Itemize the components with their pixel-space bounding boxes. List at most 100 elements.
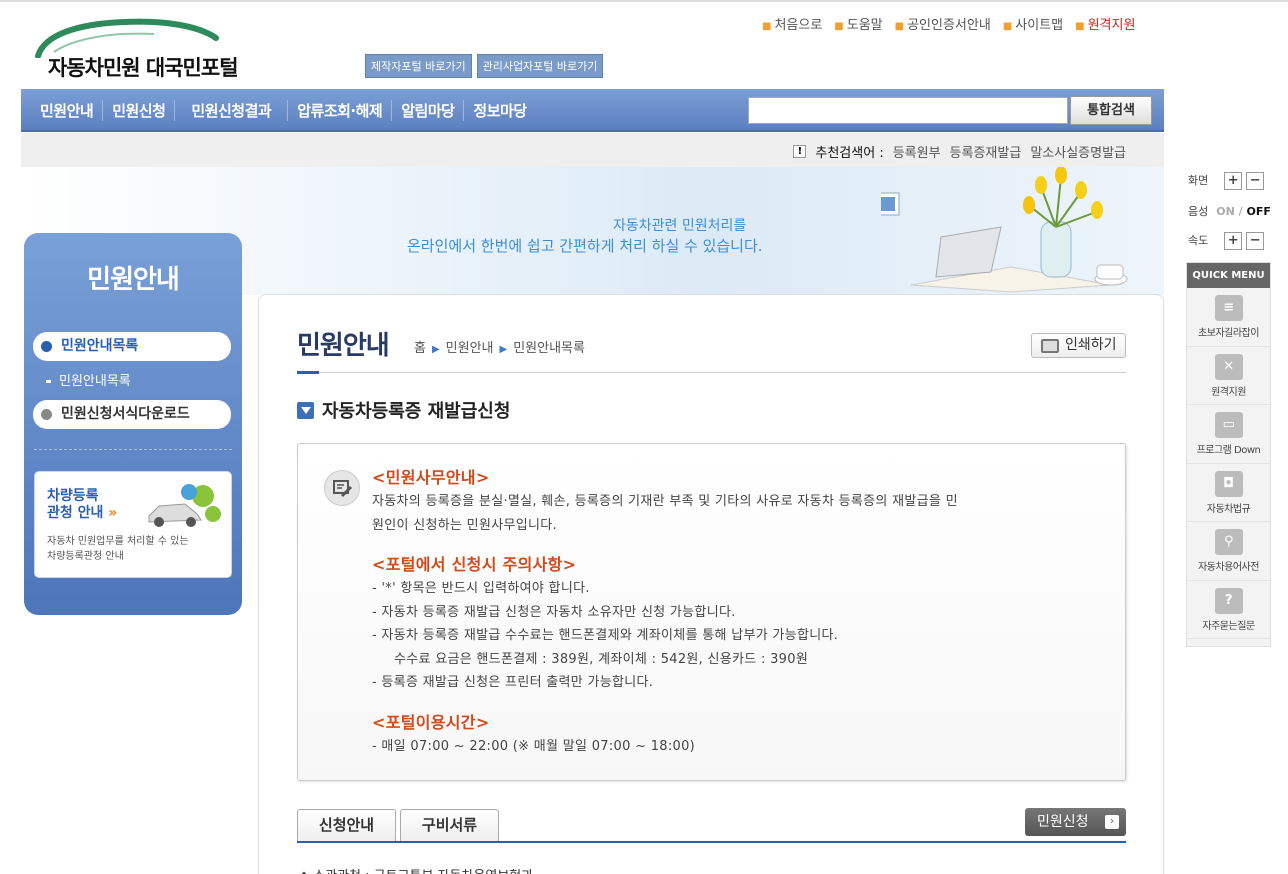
wrench-icon: ⚲	[1214, 529, 1243, 555]
zoom-in-button[interactable]: +	[1224, 172, 1243, 190]
tools-icon: ✕	[1214, 353, 1243, 380]
section-title: 자동차등록증 재발급신청	[297, 397, 510, 423]
speed-up-button[interactable]: +	[1224, 232, 1243, 250]
bullet-icon	[41, 341, 52, 352]
banner-line-1: 자동차관련 민원처리를	[613, 218, 747, 234]
gnb-item-guide[interactable]: 민원안내	[31, 100, 104, 121]
memo-pencil-icon	[324, 470, 360, 506]
book-flower-illustration	[881, 167, 1128, 293]
gnb-item-apply[interactable]: 민원신청	[103, 100, 176, 121]
tab-documents[interactable]: 구비서류	[400, 809, 499, 842]
quick-car-law[interactable]: ◘ 자동차법규	[1187, 464, 1270, 522]
speed-control: 속도 + −	[1188, 232, 1265, 250]
quick-program-download[interactable]: ▭ 프로그램 Down	[1187, 405, 1270, 464]
zoom-out-button[interactable]: −	[1246, 172, 1265, 190]
speed-down-button[interactable]: −	[1246, 232, 1265, 250]
info-note: - 자동차 등록증 재발급 신청은 자동차 소유자만 신청 가능합니다.	[372, 604, 736, 620]
quick-menu-title: QUICK MENU	[1187, 263, 1270, 288]
util-remote-link[interactable]: ■ 원격지원	[1075, 14, 1135, 33]
breadcrumb-item[interactable]: 민원안내	[446, 341, 494, 356]
car-gear-icon	[148, 484, 221, 527]
question-doc-icon: ?	[1214, 587, 1243, 614]
tab-apply-guide[interactable]: 신청안내	[297, 809, 396, 842]
apply-button[interactable]: 민원신청 ›	[1025, 808, 1126, 836]
voice-control: 음성 ON / OFF	[1188, 203, 1271, 219]
portal-buttons: 제작자포털 바로가기 관리사업자포털 바로가기	[365, 54, 604, 78]
double-arrow-icon: »	[108, 505, 118, 521]
title-divider	[297, 372, 1126, 373]
recommend-label: 추천검색어 :	[815, 146, 884, 161]
quick-remote-support[interactable]: ✕ 원격지원	[1187, 347, 1270, 405]
monitor-icon: ▭	[1214, 412, 1243, 438]
lnb-menu-form-download[interactable]: 민원신청서식다운로드	[33, 400, 231, 429]
guide-book-icon: ≡	[1214, 295, 1243, 321]
title-accent	[297, 371, 319, 374]
info-heading-hours: <포털이용시간>	[372, 712, 490, 732]
chevron-right-icon: ›	[1105, 815, 1119, 829]
info-box: <민원사무안내> 자동차의 등록증을 분실·멸실, 훼손, 등록증의 기재란 부…	[297, 443, 1126, 781]
speed-label: 속도	[1188, 234, 1209, 247]
recommend-bar: ! 추천검색어 : 등록원부 등록증재발급 말소사실증명발급	[21, 133, 1164, 167]
search-input[interactable]	[748, 97, 1068, 124]
quick-dictionary[interactable]: ⚲ 자동차용어사전	[1187, 522, 1270, 581]
lnb-title: 민원안내	[87, 265, 180, 295]
quick-menu: QUICK MENU ≡ 초보자길라잡이 ✕ 원격지원 ▭ 프로그램 Down ◘ 자동…	[1186, 262, 1271, 647]
lnb-menu-guide-list[interactable]: 민원안내목록	[33, 332, 231, 361]
registration-office-title: 차량등록 관청 안내 »	[47, 488, 118, 521]
page-root: 자동차민원 대국민포털 제작자포털 바로가기 관리사업자포털 바로가기 ■ 처음으…	[0, 0, 1288, 874]
gnb-item-result[interactable]: 민원신청결과	[175, 100, 289, 121]
quick-faq[interactable]: ? 자주묻는질문	[1187, 581, 1270, 639]
gnb-item-notice[interactable]: 알림마당	[392, 100, 465, 121]
info-hours: - 매일 07:00 ~ 22:00 (※ 매월 말일 07:00 ~ 18:0…	[372, 738, 696, 754]
banner-line-2: 온라인에서 한번에 쉽고 간편하게 처리 하실 수 있습니다.	[407, 237, 763, 255]
lnb-divider	[34, 449, 232, 450]
registration-office-banner[interactable]: 차량등록 관청 안내 » 자동차 민원업무를 처리할 수 있는 차량등록관청 안…	[34, 471, 232, 578]
info-note: - 자동차 등록증 재발급 수수료는 핸드폰결제와 계좌이체를 통해 납부가 가…	[372, 628, 839, 643]
print-button[interactable]: 인쇄하기	[1031, 333, 1126, 358]
voice-label: 음성	[1188, 205, 1209, 218]
business-portal-button[interactable]: 관리사업자포털 바로가기	[476, 54, 604, 78]
gnb-item-seizure[interactable]: 압류조회·해제	[288, 100, 393, 121]
voice-separator: /	[1238, 205, 1243, 218]
util-sitemap-link[interactable]: ■ 사이트맵	[1003, 14, 1063, 33]
printer-icon	[1041, 339, 1059, 353]
gnb-item-info[interactable]: 정보마당	[464, 100, 535, 121]
utility-links: ■ 처음으로 ■ 도움말 ■ 공인인증서안내 ■ 사이트맵 ■ 원격지원	[762, 14, 1135, 33]
manufacturer-portal-button[interactable]: 제작자포털 바로가기	[365, 54, 472, 78]
util-cert-link[interactable]: ■ 공인인증서안내	[895, 14, 991, 33]
screen-zoom-control: 화면 + −	[1188, 172, 1265, 190]
car-icon: ◘	[1214, 470, 1243, 497]
quick-beginner-guide[interactable]: ≡ 초보자길라잡이	[1187, 288, 1270, 347]
bullet-icon	[41, 409, 52, 420]
breadcrumb: 홈 ▶ 민원안내 ▶ 민원안내목록	[414, 337, 585, 356]
search-button[interactable]: 통합검색	[1070, 96, 1152, 125]
info-note: - '*' 항목은 반드시 입력하여야 합니다.	[372, 581, 590, 596]
peek-text: ◆ 소관관청 : 국토교통부 자동차운영보험과	[299, 865, 533, 874]
left-nav: 민원안내 민원안내목록 민원안내목록 민원신청서식다운로드 차량등록 관청 안내…	[24, 233, 242, 615]
screen-label: 화면	[1188, 174, 1209, 187]
breadcrumb-current: 민원안내목록	[513, 341, 585, 356]
info-heading-caution: <포털에서 신청시 주의사항>	[372, 555, 577, 574]
recommend-keyword[interactable]: 말소사실증명발급	[1030, 142, 1126, 161]
tab-underline	[297, 841, 1126, 843]
util-help-link[interactable]: ■ 도움말	[834, 14, 882, 33]
breadcrumb-home[interactable]: 홈	[414, 341, 426, 356]
recommend-keyword[interactable]: 등록원부	[893, 142, 941, 161]
info-note: - 등록증 재발급 신청은 프린터 출력만 가능합니다.	[372, 675, 654, 690]
util-home-link[interactable]: ■ 처음으로	[762, 14, 822, 33]
lnb-sub-guide-list[interactable]: 민원안내목록	[46, 370, 131, 389]
info-text: 자동차의 등록증을 분실·멸실, 훼손, 등록증의 기재란 부족 및 기타의 사…	[372, 494, 958, 509]
info-heading-service: <민원사무안내>	[372, 468, 490, 487]
page-title: 민원안내	[297, 331, 390, 361]
global-nav: 민원안내 민원신청 민원신청결과 압류조회·해제 알림마당 정보마당 통합검색	[21, 89, 1164, 132]
voice-off-toggle[interactable]: OFF	[1247, 205, 1271, 218]
voice-on-toggle[interactable]: ON	[1216, 205, 1235, 218]
exclamation-icon: !	[793, 145, 807, 158]
logo-text: 자동차민원 대국민포털	[48, 56, 239, 80]
recommend-keyword[interactable]: 등록증재발급	[950, 142, 1022, 161]
site-logo[interactable]: 자동차민원 대국민포털	[34, 16, 264, 82]
main-content: 민원안내 홈 ▶ 민원안내 ▶ 민원안내목록 인쇄하기 자동차등록증 재발급신청	[258, 294, 1164, 874]
info-text: 원인이 신청하는 민원사무입니다.	[372, 517, 557, 533]
info-note-fee: 수수료 요금은 핸드폰결제 : 389원, 계좌이체 : 542원, 신용카드 …	[394, 651, 809, 667]
registration-office-desc: 자동차 민원업무를 처리할 수 있는 차량등록관청 안내	[47, 536, 189, 562]
